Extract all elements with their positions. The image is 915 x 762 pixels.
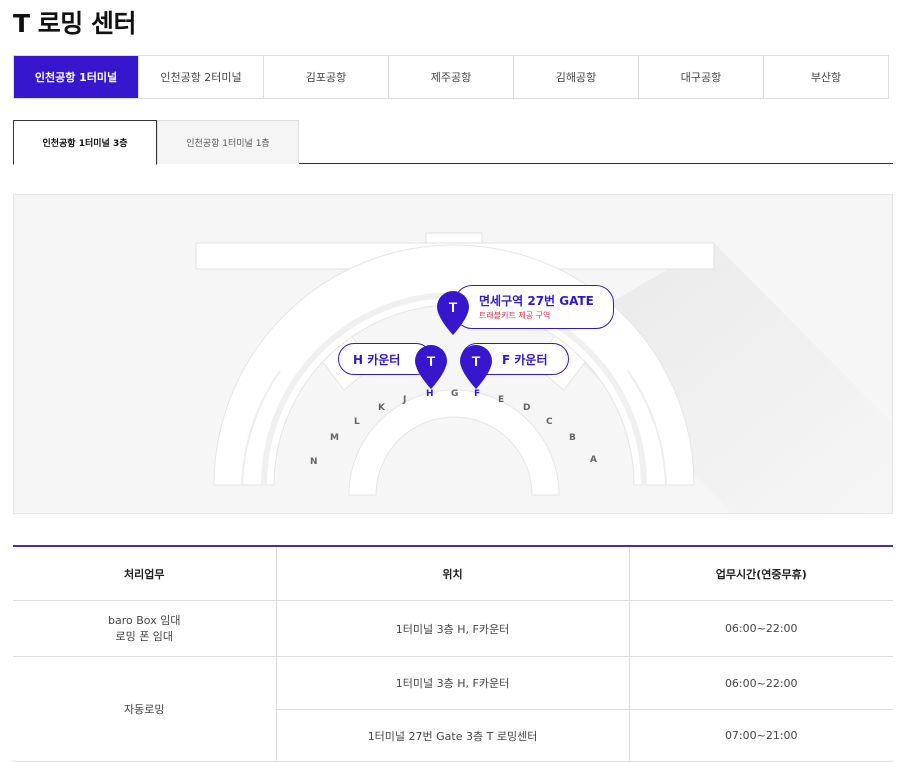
callout-duty-free-subtitle: 트래블키트 제공 구역	[479, 311, 551, 320]
gate-label-l: L	[354, 417, 360, 427]
column-header-location: 위치	[275, 546, 629, 601]
tab-gimpo[interactable]: 김포공항	[263, 56, 388, 98]
page-title: T 로밍 센터	[13, 9, 136, 38]
gate-label-j: J	[403, 395, 407, 405]
t-pin-glyph: T	[449, 299, 458, 315]
table-cell-hours: 07:00~21:00	[628, 709, 893, 762]
callout-duty-free-title: 면세구역 27번 GATE	[479, 294, 594, 308]
task-line: 로밍 폰 임대	[115, 629, 174, 643]
floor-tab-bar: 인천공항 1터미널 3층 인천공항 1터미널 1층	[13, 120, 893, 165]
gate-label-m: M	[330, 433, 339, 443]
table-cell-location: 1터미널 3층 H, F카운터	[275, 656, 629, 710]
table-header-row: 처리업무 위치 업무시간(연중무휴)	[13, 546, 893, 601]
task-line: baro Box 임대	[108, 613, 181, 627]
table-cell-task: 자동로밍	[13, 656, 276, 762]
tab-busan-port[interactable]: 부산항	[763, 56, 888, 98]
table-cell-location: 1터미널 3층 H, F카운터	[275, 600, 629, 657]
t-pin-glyph: T	[427, 353, 436, 369]
gate-label-g: G	[451, 389, 459, 399]
service-hours-table: 처리업무 위치 업무시간(연중무휴) baro Box 임대 로밍 폰 임대 1…	[13, 545, 893, 762]
column-header-hours: 업무시간(연중무휴)	[628, 546, 893, 601]
table-row: 자동로밍 1터미널 3층 H, F카운터 06:00~22:00	[13, 656, 893, 762]
callout-duty-free-gate27[interactable]: 면세구역 27번 GATE 트래블키트 제공 구역	[454, 285, 614, 329]
table-cell-location: 1터미널 27번 Gate 3층 T 로밍센터	[275, 709, 629, 762]
gate-label-h: H	[426, 389, 434, 399]
airport-tab-bar: 인천공항 1터미널 인천공항 2터미널 김포공항 제주공항 김해공항 대구공항 …	[13, 55, 889, 99]
t-pin-icon-f-counter[interactable]: T	[460, 345, 492, 389]
table-cell-hours: 06:00~22:00	[628, 656, 893, 710]
gate-label-k: K	[378, 403, 385, 413]
gate-label-e: E	[498, 395, 505, 405]
tab-daegu[interactable]: 대구공항	[638, 56, 763, 98]
t-pin-icon-duty-free[interactable]: T	[437, 291, 469, 335]
t-pin-glyph: T	[472, 353, 481, 369]
callout-f-counter-title: F 카운터	[502, 353, 548, 367]
tab-floor-3[interactable]: 인천공항 1터미널 3층	[13, 120, 157, 165]
gate-label-n: N	[310, 457, 318, 467]
table-cell-hours: 06:00~22:00	[628, 600, 893, 657]
tab-gimhae[interactable]: 김해공항	[513, 56, 638, 98]
table-cell-task: baro Box 임대 로밍 폰 임대	[13, 600, 276, 657]
column-header-task: 처리업무	[13, 546, 276, 601]
t-pin-icon-h-counter[interactable]: T	[415, 345, 447, 389]
gate-label-c: C	[546, 417, 553, 427]
terminal-map-drawing	[195, 232, 892, 513]
terminal-map: N M L K J H G F E D C B A 면세구역 27번 GATE …	[13, 194, 893, 514]
tab-incheon-t1[interactable]: 인천공항 1터미널	[14, 56, 138, 98]
gate-label-a: A	[590, 455, 597, 465]
tab-jeju[interactable]: 제주공항	[388, 56, 513, 98]
gate-label-f: F	[474, 389, 481, 399]
tab-incheon-t2[interactable]: 인천공항 2터미널	[138, 56, 263, 98]
tab-floor-1[interactable]: 인천공항 1터미널 1층	[157, 120, 299, 164]
gate-label-b: B	[569, 433, 576, 443]
gate-label-d: D	[523, 403, 531, 413]
table-row: baro Box 임대 로밍 폰 임대 1터미널 3층 H, F카운터 06:0…	[13, 600, 893, 657]
